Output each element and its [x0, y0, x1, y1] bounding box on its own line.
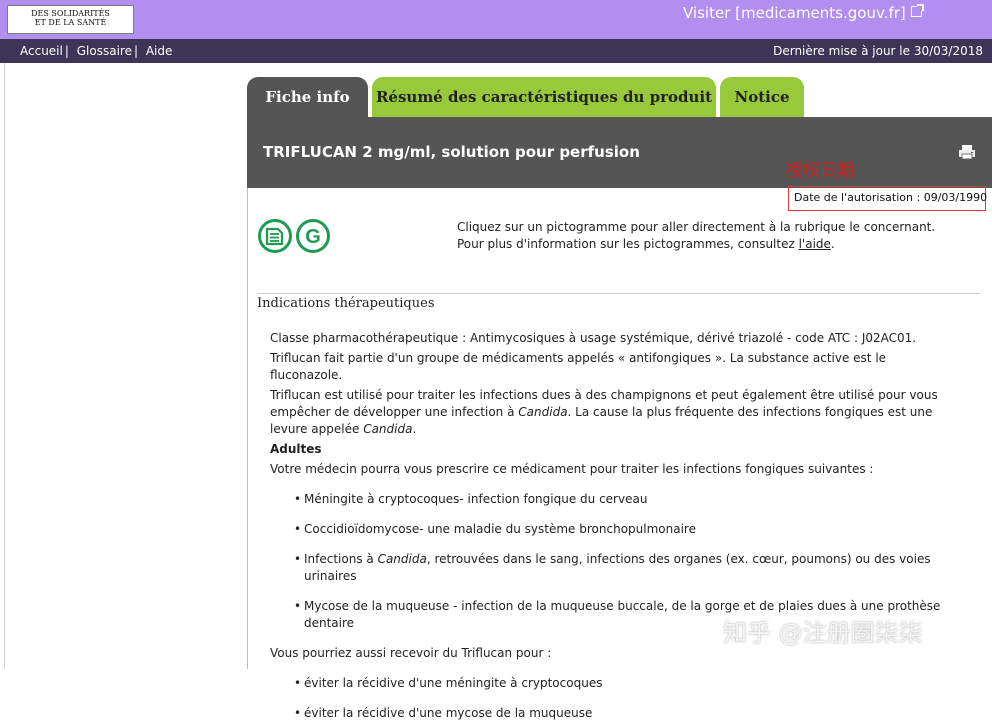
visiter-link[interactable]: Visiter [medicaments.gouv.fr] [683, 4, 924, 22]
pictogram-help-line-1: Cliquez sur un pictogramme pour aller di… [457, 220, 936, 234]
nav-glossaire-link[interactable]: Glossaire [77, 44, 132, 58]
nav-aide-link[interactable]: Aide [146, 44, 173, 58]
list-item: éviter la récidive d'une méningite à cry… [270, 675, 960, 692]
paragraph: Classe pharmacothérapeutique : Antimycos… [270, 331, 917, 345]
nav-separator: | [64, 44, 69, 58]
paragraph: Votre médecin pourra vous prescrire ce m… [270, 462, 874, 476]
prevention-list: éviter la récidive d'une méningite à cry… [270, 675, 960, 722]
logo-line-1: DES SOLIDARITÉS [31, 9, 110, 18]
infection-list: Méningite à cryptocoques- infection fong… [270, 491, 960, 632]
paragraph: Triflucan est utilisé pour traiter les i… [270, 387, 960, 438]
last-update: Dernière mise à jour le 30/03/2018 [773, 44, 983, 58]
product-header: TRIFLUCAN 2 mg/ml, solution pour perfusi… [247, 117, 992, 188]
tab-notice[interactable]: Notice [720, 77, 804, 118]
watermark: 知乎 @注册圈柒柒 [723, 619, 923, 647]
help-text-end: . [830, 237, 835, 251]
candida-term: Candida [363, 422, 413, 436]
tab-fiche-info[interactable]: Fiche info [247, 77, 368, 118]
product-title: TRIFLUCAN 2 mg/ml, solution pour perfusi… [263, 143, 640, 161]
external-link-icon [910, 4, 924, 17]
top-banner: DES SOLIDARITÉS ET DE LA SANTÉ Visiter [… [0, 0, 992, 39]
pictogram-help-line-2: Pour plus d'information sur les pictogra… [457, 236, 935, 253]
nav-separator: | [133, 44, 138, 58]
pictogram-help: Cliquez sur un pictogramme pour aller di… [457, 219, 935, 253]
left-border [4, 63, 5, 669]
section-title: Indications thérapeutiques [257, 296, 435, 311]
authorization-date: Date de l'autorisation : 09/03/1990 [788, 186, 987, 211]
logo-line-2: ET DE LA SANTÉ [34, 18, 107, 27]
help-text: Pour plus d'information sur les pictogra… [457, 237, 799, 251]
ministry-logo[interactable]: DES SOLIDARITÉS ET DE LA SANTÉ [7, 5, 134, 34]
adultes-heading: Adultes [270, 442, 322, 456]
paragraph-text: . [412, 422, 417, 436]
print-icon[interactable] [958, 144, 976, 160]
tab-resume-caracteristiques[interactable]: Résumé des caractéristiques du produit [372, 77, 716, 118]
annotation-label: 授权日期 [786, 161, 854, 181]
list-item-text: Infections à [304, 552, 378, 566]
nav-accueil-link[interactable]: Accueil [20, 44, 63, 58]
list-item: Coccidioïdomycose- une maladie du systèm… [270, 521, 960, 538]
notice-pictogram-icon[interactable] [258, 219, 292, 253]
list-item: éviter la récidive d'une mycose de la mu… [270, 705, 960, 722]
indications-body: Classe pharmacothérapeutique : Antimycos… [270, 330, 960, 722]
list-item: Infections à Candida, retrouvées dans le… [270, 551, 960, 585]
visiter-label: Visiter [medicaments.gouv.fr] [683, 4, 906, 22]
candida-term: Candida [377, 552, 427, 566]
aide-link[interactable]: l'aide [799, 237, 831, 251]
generique-pictogram-icon[interactable]: G [296, 219, 330, 253]
candida-term: Candida [518, 405, 568, 419]
list-item: Méningite à cryptocoques- infection fong… [270, 491, 960, 508]
section-divider [257, 293, 980, 294]
paragraph: Triflucan fait partie d'un groupe de méd… [270, 351, 887, 382]
nav-bar: Accueil | Glossaire | Aide Dernière mise à… [0, 39, 992, 63]
pictogram-group: G [258, 219, 330, 253]
svg-text:G: G [305, 226, 321, 248]
